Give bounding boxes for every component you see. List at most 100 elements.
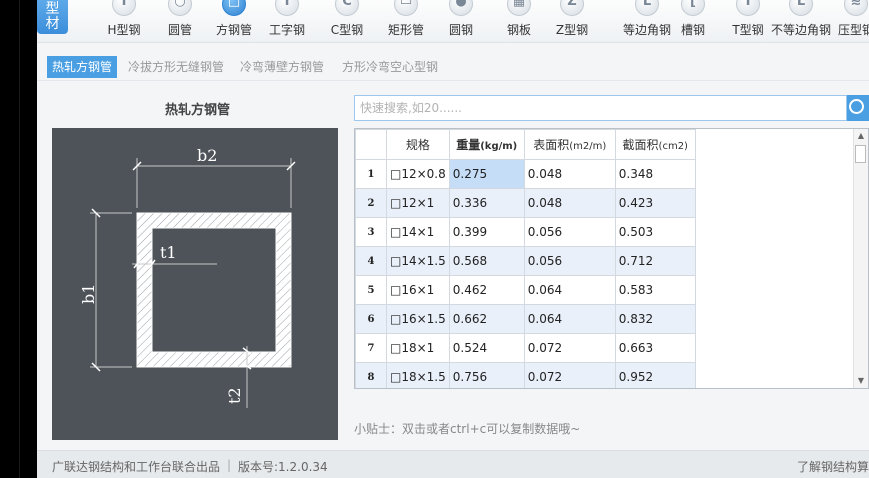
- cell-section-area[interactable]: 0.832: [614, 304, 696, 334]
- spec-data-grid: 规格 重量(kg/m) 表面积(m2/m) 截面积(cm2) 1 □12×0.8 0…: [354, 128, 869, 389]
- cell-weight[interactable]: 0.662: [448, 304, 525, 334]
- toolbar-item[interactable]: Z Z型钢: [547, 0, 597, 42]
- profiled-steel-icon: ≋: [843, 0, 869, 18]
- cell-surface-area[interactable]: 0.072: [523, 333, 616, 363]
- cell-section-area[interactable]: 0.712: [614, 246, 696, 276]
- header-spec[interactable]: 规格: [386, 129, 450, 160]
- subtype-tab[interactable]: 冷拔方形无缝钢管: [123, 56, 229, 78]
- icon-glyph: T: [743, 0, 753, 9]
- cell-spec[interactable]: □12×1: [386, 188, 450, 218]
- table-row[interactable]: 7 □18×1 0.524 0.072 0.663: [355, 333, 696, 363]
- table-row[interactable]: 8 □18×1.5 0.756 0.072 0.952: [355, 362, 696, 388]
- toolbar-item[interactable]: C C型钢: [317, 0, 377, 42]
- cell-surface-area[interactable]: 0.064: [523, 304, 616, 334]
- strip-divider: [19, 0, 20, 478]
- cross-section-svg: b2 b1 t1 t2: [79, 146, 296, 408]
- quick-search-input[interactable]: [354, 95, 847, 121]
- footer-separator: |: [227, 458, 232, 472]
- header-corner: [355, 129, 387, 160]
- header-section-area[interactable]: 截面积(cm2): [614, 129, 696, 160]
- table-row[interactable]: 2 □12×1 0.336 0.048 0.423: [355, 188, 696, 218]
- toolbar-item[interactable]: I H型钢: [89, 0, 159, 42]
- toolbar-item-label: 圆管: [167, 23, 192, 37]
- cell-spec[interactable]: □12×0.8: [386, 159, 450, 189]
- subtype-tab[interactable]: 方形冷弯空心型钢: [337, 56, 443, 78]
- cell-surface-area[interactable]: 0.064: [523, 275, 616, 305]
- cell-weight[interactable]: 0.275: [448, 159, 525, 189]
- toolbar-item-label: 钢板: [506, 23, 531, 37]
- toolbar-item[interactable]: ≋ 压型钢: [831, 0, 869, 42]
- icon-glyph: [: [690, 0, 696, 9]
- cell-spec[interactable]: □18×1.5: [386, 362, 450, 388]
- cell-surface-area[interactable]: 0.048: [523, 159, 616, 189]
- steel-plate-icon: ▦: [506, 0, 532, 18]
- icon-glyph: ▭: [399, 0, 413, 9]
- scroll-up-icon[interactable]: ▲: [854, 129, 868, 143]
- toolbar-item[interactable]: ● 圆钢: [435, 0, 487, 42]
- cell-spec[interactable]: □14×1.5: [386, 246, 450, 276]
- category-tab-profiles[interactable]: 型 材: [37, 0, 68, 34]
- cell-section-area[interactable]: 0.952: [614, 362, 696, 388]
- dim-b1-label: b1: [79, 284, 98, 304]
- toolbar-item[interactable]: L 不等边角钢: [770, 0, 832, 42]
- toolbar-item[interactable]: [ 槽钢: [667, 0, 719, 42]
- cell-spec[interactable]: □16×1: [386, 275, 450, 305]
- cell-weight[interactable]: 0.756: [448, 362, 525, 388]
- cell-spec[interactable]: □18×1: [386, 333, 450, 363]
- round-pipe-icon: ○: [167, 0, 193, 18]
- toolbar-item-label: T型钢: [732, 23, 764, 37]
- scroll-thumb[interactable]: [855, 145, 866, 163]
- app-window: 型 材 I H型钢 ○ 圆管 □ 方钢管 I 工字钢 C C型钢 ▭ 矩形管 ● 圆钢 ▦ 钢板 Z Z型钢 L 等边…: [37, 0, 869, 478]
- row-index: 8: [355, 362, 387, 388]
- search-icon: [849, 99, 864, 114]
- subtabs-divider: [37, 80, 869, 81]
- square-pipe-icon: □: [221, 0, 247, 18]
- table-row[interactable]: 4 □14×1.5 0.568 0.056 0.712: [355, 246, 696, 276]
- header-weight-label: 重量: [456, 138, 481, 152]
- learn-more-link[interactable]: 了解钢结构算: [797, 458, 869, 475]
- toolbar-item-label: 槽钢: [680, 23, 705, 37]
- toolbar-item[interactable]: ▭ 矩形管: [371, 0, 441, 42]
- cell-weight[interactable]: 0.399: [448, 217, 525, 247]
- table-row[interactable]: 5 □16×1 0.462 0.064 0.583: [355, 275, 696, 305]
- version-label: 版本号:1.2.0.34: [238, 460, 328, 474]
- header-section-unit: (cm2): [658, 141, 688, 152]
- cross-section-diagram: b2 b1 t1 t2: [52, 128, 338, 440]
- cell-surface-area[interactable]: 0.056: [523, 246, 616, 276]
- toolbar-item[interactable]: T T型钢: [720, 0, 776, 42]
- header-weight[interactable]: 重量(kg/m): [448, 129, 525, 160]
- subtype-tab[interactable]: 热轧方钢管: [47, 56, 118, 78]
- table-row[interactable]: 6 □16×1.5 0.662 0.064 0.832: [355, 304, 696, 334]
- cell-section-area[interactable]: 0.348: [614, 159, 696, 189]
- c-channel-icon: C: [334, 0, 360, 18]
- cell-weight[interactable]: 0.524: [448, 333, 525, 363]
- header-weight-unit: (kg/m): [480, 141, 518, 152]
- vertical-scrollbar[interactable]: ▲ ▼: [853, 129, 868, 388]
- table-body: 1 □12×0.8 0.275 0.048 0.348 2 □12×1 0.336 0.048 0…: [355, 159, 696, 388]
- cell-surface-area[interactable]: 0.056: [523, 217, 616, 247]
- table-row[interactable]: 1 □12×0.8 0.275 0.048 0.348: [355, 159, 696, 189]
- header-surface-area[interactable]: 表面积(m2/m): [523, 129, 616, 160]
- search-button[interactable]: [847, 95, 869, 121]
- cell-spec[interactable]: □16×1.5: [386, 304, 450, 334]
- toolbar-item[interactable]: ○ 圆管: [155, 0, 205, 42]
- cell-surface-area[interactable]: 0.048: [523, 188, 616, 218]
- cell-section-area[interactable]: 0.583: [614, 275, 696, 305]
- cell-section-area[interactable]: 0.663: [614, 333, 696, 363]
- t-section-icon: T: [735, 0, 761, 18]
- cell-surface-area[interactable]: 0.072: [523, 362, 616, 388]
- cell-weight[interactable]: 0.462: [448, 275, 525, 305]
- header-surface-unit: (m2/m): [569, 141, 607, 152]
- cell-section-area[interactable]: 0.503: [614, 217, 696, 247]
- toolbar-item[interactable]: ▦ 钢板: [493, 0, 545, 42]
- scroll-down-icon[interactable]: ▼: [854, 374, 868, 388]
- cell-spec[interactable]: □14×1: [386, 217, 450, 247]
- table-row[interactable]: 3 □14×1 0.399 0.056 0.503: [355, 217, 696, 247]
- cell-weight[interactable]: 0.336: [448, 188, 525, 218]
- subtype-tab[interactable]: 冷弯薄壁方钢管: [235, 56, 329, 78]
- toolbar-item[interactable]: I 工字钢: [257, 0, 317, 42]
- toolbar-item-label: 压型钢: [837, 23, 869, 37]
- cell-weight[interactable]: 0.568: [448, 246, 525, 276]
- round-bar-icon: ●: [448, 0, 474, 18]
- cell-section-area[interactable]: 0.423: [614, 188, 696, 218]
